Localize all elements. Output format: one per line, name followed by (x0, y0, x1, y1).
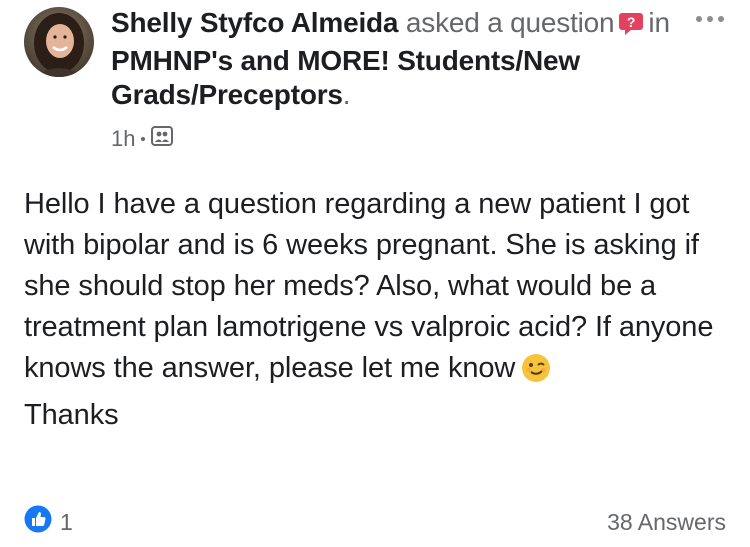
more-options-button[interactable] (696, 16, 724, 22)
post-text-main: Hello I have a question regarding a new … (24, 188, 714, 384)
post-time[interactable]: 1h (111, 126, 135, 152)
dot (696, 16, 702, 22)
dot (707, 16, 713, 22)
reaction-count: 1 (60, 508, 73, 535)
action-text: asked a question (405, 7, 615, 38)
svg-text:?: ? (627, 14, 635, 30)
reactions-summary[interactable]: 1 (24, 505, 73, 539)
question-icon: ? (618, 10, 644, 44)
dot (718, 16, 724, 22)
avatar-photo (24, 7, 94, 77)
separator-dot (141, 137, 146, 141)
post-footer: 1 38 Answers (24, 505, 726, 539)
post-text-thanks: Thanks (24, 399, 119, 431)
post-text: Hello I have a question regarding a new … (24, 184, 739, 395)
group-members-icon (151, 126, 174, 152)
post-body: Hello I have a question regarding a new … (24, 184, 739, 436)
question-post: Shelly Styfco Almeida asked a question? i… (0, 0, 750, 547)
author-name[interactable]: Shelly Styfco Almeida (111, 7, 399, 38)
answers-link[interactable]: 38 Answers (607, 509, 726, 536)
header-period: . (342, 79, 351, 110)
post-header: Shelly Styfco Almeida asked a question? i… (111, 6, 671, 112)
thumbs-up-icon (24, 505, 52, 539)
author-avatar[interactable] (24, 7, 94, 77)
winking-face-emoji (521, 353, 551, 395)
post-meta: 1h (111, 126, 174, 152)
in-text: in (648, 7, 670, 38)
